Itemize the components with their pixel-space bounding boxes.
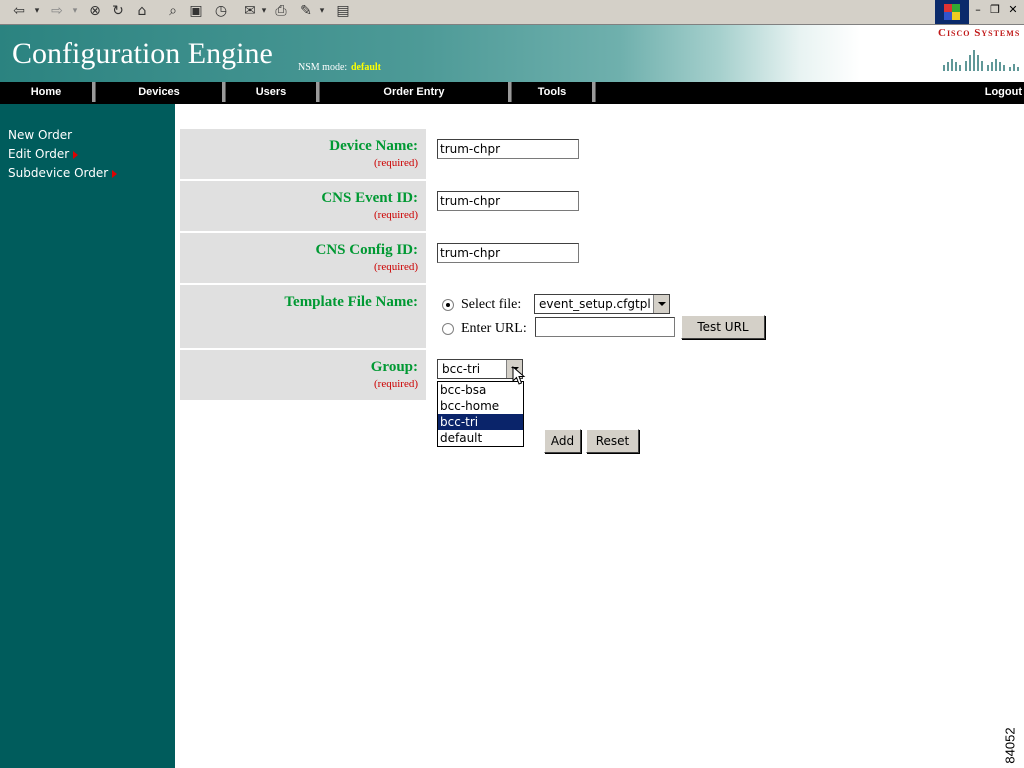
required-note: (required) [374, 157, 418, 169]
template-file-label: Template File Name: [284, 294, 418, 310]
group-option[interactable]: bcc-home [438, 398, 523, 414]
sidebar-item-new-order[interactable]: New Order [8, 128, 72, 142]
cns-config-id-label: CNS Config ID: [315, 242, 418, 258]
nav-logout[interactable]: Logout [974, 82, 1022, 104]
back-arrow-icon[interactable]: ⇦ [10, 3, 28, 20]
device-name-label-cell: Device Name: (required) [180, 129, 426, 179]
template-file-select[interactable]: event_setup.cfgtpl [534, 294, 670, 314]
group-option[interactable]: default [438, 430, 523, 446]
figure-number-text: 84052 [1002, 727, 1018, 764]
group-label: Group: [370, 359, 418, 375]
windows-logo-icon [935, 0, 969, 24]
restore-icon[interactable]: ❐ [988, 3, 1002, 17]
mail-dropdown-icon[interactable]: ▾ [260, 3, 268, 20]
nav-order-entry[interactable]: Order Entry [320, 82, 508, 104]
cns-config-id-input[interactable]: trum-chpr [437, 243, 579, 263]
sidebar-item-subdevice-order[interactable]: Subdevice Order [8, 166, 118, 180]
required-note: (required) [374, 378, 418, 390]
home-icon[interactable]: ⌂ [133, 3, 151, 20]
enter-url-label: Enter URL: [461, 321, 527, 336]
browser-toolbar: ⇦ ▾ ⇨ ▾ ⊗ ↻ ⌂ ⌕ ▣ ◷ ✉ ▾ ⎙ ✎ ▾ ▤ – ❐ ✕ [0, 0, 1024, 25]
template-file-select-value: event_setup.cfgtpl [539, 297, 651, 311]
history-icon[interactable]: ◷ [212, 3, 230, 20]
sidebar-item-label: Subdevice Order [8, 166, 109, 180]
cisco-logo: Cisco Systems [938, 27, 1022, 73]
cns-config-id-label-cell: CNS Config ID: (required) [180, 233, 426, 283]
enter-url-radio[interactable] [442, 323, 454, 335]
url-input[interactable] [535, 317, 675, 337]
forward-arrow-icon[interactable]: ⇨ [48, 3, 66, 20]
sidebar: New Order Edit Order Subdevice Order [0, 104, 175, 768]
main-nav: Home Devices Users Order Entry Tools Log… [0, 82, 1024, 104]
cns-event-id-label: CNS Event ID: [321, 190, 418, 206]
nsm-mode-value: default [351, 62, 381, 73]
submenu-arrow-icon [112, 169, 118, 178]
figure-number: 84052 [1002, 724, 1024, 768]
nav-users[interactable]: Users [226, 82, 316, 104]
nav-devices[interactable]: Devices [96, 82, 222, 104]
cns-event-id-label-cell: CNS Event ID: (required) [180, 181, 426, 231]
group-dropdown-list: bcc-bsa bcc-home bcc-tri default [437, 381, 524, 447]
required-note: (required) [374, 261, 418, 273]
discuss-icon[interactable]: ▤ [334, 3, 352, 20]
select-file-radio[interactable] [442, 299, 454, 311]
search-icon[interactable]: ⌕ [164, 3, 182, 20]
cisco-bars-icon [943, 50, 1019, 71]
app-title: Configuration Engine [12, 37, 273, 70]
group-option[interactable]: bcc-bsa [438, 382, 523, 398]
group-option-highlighted[interactable]: bcc-tri [438, 414, 523, 430]
submenu-arrow-icon [73, 150, 79, 159]
app-header: Configuration Engine NSM mode: default C… [0, 25, 1024, 82]
favorites-icon[interactable]: ▣ [187, 3, 205, 20]
select-file-label: Select file: [461, 297, 522, 312]
chevron-down-icon[interactable] [653, 295, 669, 313]
group-select[interactable]: bcc-tri [437, 359, 523, 379]
group-label-cell: Group: (required) [180, 350, 426, 400]
test-url-button[interactable]: Test URL [681, 315, 765, 339]
nav-tools[interactable]: Tools [512, 82, 592, 104]
nsm-mode-label: NSM mode: [298, 62, 348, 73]
minimize-icon[interactable]: – [971, 3, 985, 17]
edit-dropdown-icon[interactable]: ▾ [318, 3, 326, 20]
device-name-input[interactable]: trum-chpr [437, 139, 579, 159]
edit-icon[interactable]: ✎ [297, 3, 315, 20]
reset-button[interactable]: Reset [586, 429, 639, 453]
cns-event-id-input[interactable]: trum-chpr [437, 191, 579, 211]
device-name-label: Device Name: [329, 138, 418, 154]
required-note: (required) [374, 209, 418, 221]
forward-dropdown-icon[interactable]: ▾ [70, 3, 80, 20]
nav-home[interactable]: Home [0, 82, 92, 104]
nav-separator [592, 82, 596, 102]
mouse-cursor-icon [512, 366, 526, 385]
back-dropdown-icon[interactable]: ▾ [32, 3, 42, 20]
sidebar-item-label: Edit Order [8, 147, 70, 161]
refresh-icon[interactable]: ↻ [109, 3, 127, 20]
mail-icon[interactable]: ✉ [241, 3, 259, 20]
add-button[interactable]: Add [544, 429, 581, 453]
cisco-logo-text: Cisco Systems [938, 27, 1021, 39]
template-file-label-cell: Template File Name: [180, 285, 426, 348]
stop-icon[interactable]: ⊗ [86, 3, 104, 20]
print-icon[interactable]: ⎙ [272, 3, 290, 20]
group-select-value: bcc-tri [442, 362, 481, 376]
sidebar-item-label: New Order [8, 128, 73, 142]
close-icon[interactable]: ✕ [1006, 3, 1020, 17]
sidebar-item-edit-order[interactable]: Edit Order [8, 147, 79, 161]
